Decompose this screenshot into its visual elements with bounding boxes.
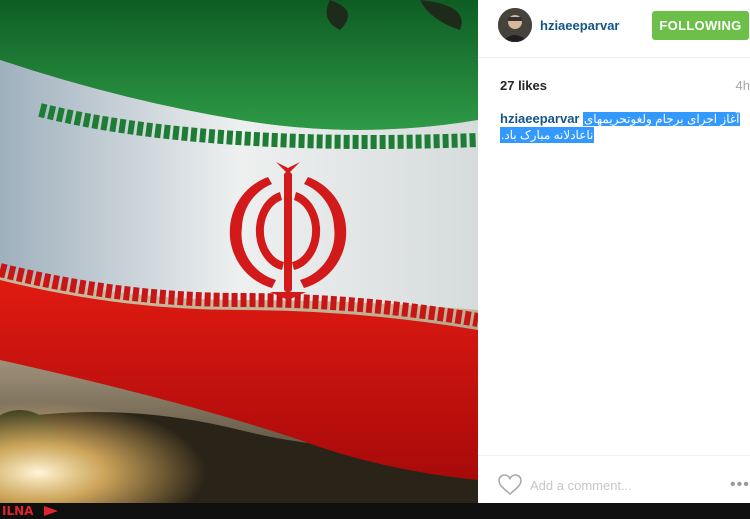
caption: hziaeeparvar آغاز اجرای برجام ولغوتحریمه… (500, 111, 750, 143)
username-link[interactable]: hziaeeparvar (540, 18, 620, 33)
caption-username-link[interactable]: hziaeeparvar (500, 111, 580, 126)
post-photo[interactable] (0, 0, 478, 503)
post-details-panel: hziaeeparvar FOLLOWING 27 likes 4h hziae… (478, 0, 750, 503)
post-time[interactable]: 4h (736, 78, 750, 93)
caption-text-line-2: ناعادلانه مبارک باد. (500, 127, 595, 143)
following-button[interactable]: FOLLOWING (652, 11, 749, 40)
iran-flag-image (0, 0, 478, 503)
ilna-logo: ILNA (2, 504, 34, 518)
ilna-logo-icon (44, 506, 58, 516)
post-header: hziaeeparvar FOLLOWING (478, 0, 750, 58)
watermark-bar: ILNA (0, 503, 750, 519)
avatar[interactable] (498, 8, 532, 42)
heart-icon[interactable] (498, 474, 522, 501)
comment-bar: ••• (478, 455, 750, 503)
caption-text-line-1: آغاز اجرای برجام ولغوتحریمهای (582, 112, 741, 126)
likes-count[interactable]: 27 likes (500, 78, 547, 93)
comment-input[interactable] (530, 476, 700, 494)
more-options-icon[interactable]: ••• (730, 476, 750, 494)
